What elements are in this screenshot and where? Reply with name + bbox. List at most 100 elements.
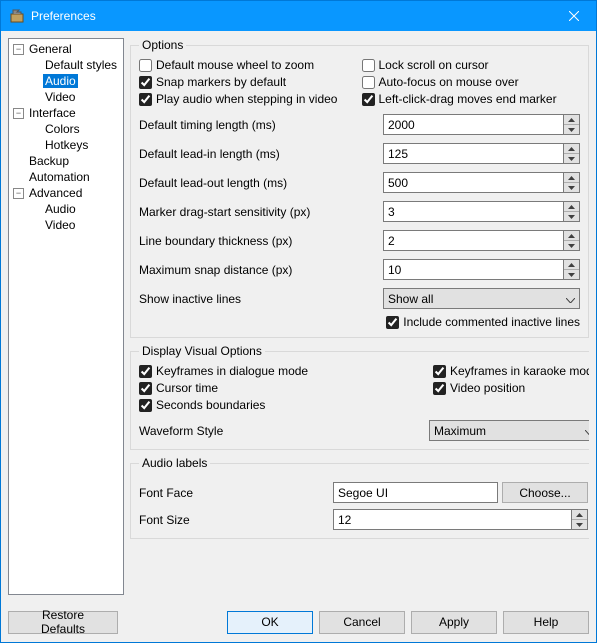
checkbox[interactable] xyxy=(139,59,152,72)
spin-up-icon[interactable] xyxy=(564,144,579,154)
checkbox[interactable] xyxy=(386,316,399,329)
tree-node-adv-audio[interactable]: Audio xyxy=(9,201,123,217)
window-title: Preferences xyxy=(31,9,551,23)
apply-button[interactable]: Apply xyxy=(411,611,497,634)
options-group: Options Default mouse wheel to zoom Lock… xyxy=(130,38,589,338)
spin-down-icon[interactable] xyxy=(564,125,579,134)
spin-up-icon[interactable] xyxy=(564,115,579,125)
spin-down-icon[interactable] xyxy=(564,212,579,221)
titlebar: Preferences xyxy=(1,1,596,31)
tree-node-interface[interactable]: −Interface xyxy=(9,105,123,121)
checkbox[interactable] xyxy=(362,76,375,89)
collapse-icon[interactable]: − xyxy=(13,188,24,199)
audiolabels-legend: Audio labels xyxy=(139,456,210,470)
cb-seconds[interactable]: Seconds boundaries xyxy=(139,398,429,412)
input-timing[interactable] xyxy=(383,114,563,135)
cancel-button[interactable]: Cancel xyxy=(319,611,405,634)
lbl-leadin: Default lead-in length (ms) xyxy=(139,147,383,161)
app-icon xyxy=(9,8,25,24)
lbl-font-size: Font Size xyxy=(139,513,333,527)
spin-up-icon[interactable] xyxy=(564,173,579,183)
tree-node-hotkeys[interactable]: Hotkeys xyxy=(9,137,123,153)
cb-kf-dialogue[interactable]: Keyframes in dialogue mode xyxy=(139,364,429,378)
cb-snap-markers[interactable]: Snap markers by default xyxy=(139,75,358,89)
spin-snapdist[interactable] xyxy=(383,259,580,280)
cb-include-commented[interactable]: Include commented inactive lines xyxy=(386,315,580,329)
ok-button[interactable]: OK xyxy=(227,611,313,634)
input-snapdist[interactable] xyxy=(383,259,563,280)
audiolabels-group: Audio labels Font Face Choose... Font Si… xyxy=(130,456,589,539)
spin-leadin[interactable] xyxy=(383,143,580,164)
options-legend: Options xyxy=(139,38,186,52)
spin-down-icon[interactable] xyxy=(564,154,579,163)
checkbox[interactable] xyxy=(139,399,152,412)
preferences-window: Preferences −General Default styles Audi… xyxy=(0,0,597,643)
spin-linebound[interactable] xyxy=(383,230,580,251)
tree-node-automation[interactable]: Automation xyxy=(9,169,123,185)
combo-waveform[interactable]: Maximum xyxy=(429,420,589,441)
input-leadout[interactable] xyxy=(383,172,563,193)
lbl-linebound: Line boundary thickness (px) xyxy=(139,234,383,248)
input-leadin[interactable] xyxy=(383,143,563,164)
collapse-icon[interactable]: − xyxy=(13,44,24,55)
display-group: Display Visual Options Keyframes in dial… xyxy=(130,344,589,450)
spin-up-icon[interactable] xyxy=(572,510,587,520)
lbl-leadout: Default lead-out length (ms) xyxy=(139,176,383,190)
category-tree[interactable]: −General Default styles Audio Video −Int… xyxy=(8,38,124,595)
display-legend: Display Visual Options xyxy=(139,344,265,358)
spin-up-icon[interactable] xyxy=(564,260,579,270)
checkbox[interactable] xyxy=(139,76,152,89)
lbl-font-face: Font Face xyxy=(139,486,333,500)
tree-node-backup[interactable]: Backup xyxy=(9,153,123,169)
chevron-down-icon xyxy=(585,424,589,438)
spin-up-icon[interactable] xyxy=(564,202,579,212)
lbl-timing: Default timing length (ms) xyxy=(139,118,383,132)
input-font-size[interactable] xyxy=(333,509,571,530)
spin-up-icon[interactable] xyxy=(564,231,579,241)
spin-dragstart[interactable] xyxy=(383,201,580,222)
input-font-face[interactable] xyxy=(333,482,498,503)
choose-font-button[interactable]: Choose... xyxy=(502,482,588,503)
cb-lock-scroll[interactable]: Lock scroll on cursor xyxy=(362,58,581,72)
cb-video-pos[interactable]: Video position xyxy=(433,381,589,395)
tree-node-colors[interactable]: Colors xyxy=(9,121,123,137)
spin-down-icon[interactable] xyxy=(564,270,579,279)
spin-down-icon[interactable] xyxy=(564,241,579,250)
spin-timing[interactable] xyxy=(383,114,580,135)
cb-kf-karaoke[interactable]: Keyframes in karaoke mode xyxy=(433,364,589,378)
chevron-down-icon xyxy=(566,292,575,306)
checkbox[interactable] xyxy=(362,59,375,72)
checkbox[interactable] xyxy=(139,382,152,395)
lbl-dragstart: Marker drag-start sensitivity (px) xyxy=(139,205,383,219)
checkbox[interactable] xyxy=(139,365,152,378)
tree-node-general[interactable]: −General xyxy=(9,41,123,57)
cb-cursor-time[interactable]: Cursor time xyxy=(139,381,429,395)
spin-font-size[interactable] xyxy=(333,509,588,530)
close-button[interactable] xyxy=(551,1,596,31)
cb-default-wheel-zoom[interactable]: Default mouse wheel to zoom xyxy=(139,58,358,72)
checkbox[interactable] xyxy=(433,382,446,395)
footer: Restore Defaults OK Cancel Apply Help xyxy=(1,602,596,642)
checkbox[interactable] xyxy=(433,365,446,378)
checkbox[interactable] xyxy=(139,93,152,106)
checkbox[interactable] xyxy=(362,93,375,106)
tree-node-default-styles[interactable]: Default styles xyxy=(9,57,123,73)
spin-leadout[interactable] xyxy=(383,172,580,193)
help-button[interactable]: Help xyxy=(503,611,589,634)
tree-node-video[interactable]: Video xyxy=(9,89,123,105)
combo-inactive[interactable]: Show all xyxy=(383,288,580,309)
restore-defaults-button[interactable]: Restore Defaults xyxy=(8,611,118,634)
cb-auto-focus[interactable]: Auto-focus on mouse over xyxy=(362,75,581,89)
collapse-icon[interactable]: − xyxy=(13,108,24,119)
tree-node-audio[interactable]: Audio xyxy=(9,73,123,89)
cb-play-audio[interactable]: Play audio when stepping in video xyxy=(139,92,358,106)
tree-node-advanced[interactable]: −Advanced xyxy=(9,185,123,201)
input-linebound[interactable] xyxy=(383,230,563,251)
lbl-inactive: Show inactive lines xyxy=(139,292,383,306)
tree-node-adv-video[interactable]: Video xyxy=(9,217,123,233)
cb-left-click-drag[interactable]: Left-click-drag moves end marker xyxy=(362,92,581,106)
input-dragstart[interactable] xyxy=(383,201,563,222)
lbl-snapdist: Maximum snap distance (px) xyxy=(139,263,383,277)
spin-down-icon[interactable] xyxy=(572,520,587,529)
spin-down-icon[interactable] xyxy=(564,183,579,192)
